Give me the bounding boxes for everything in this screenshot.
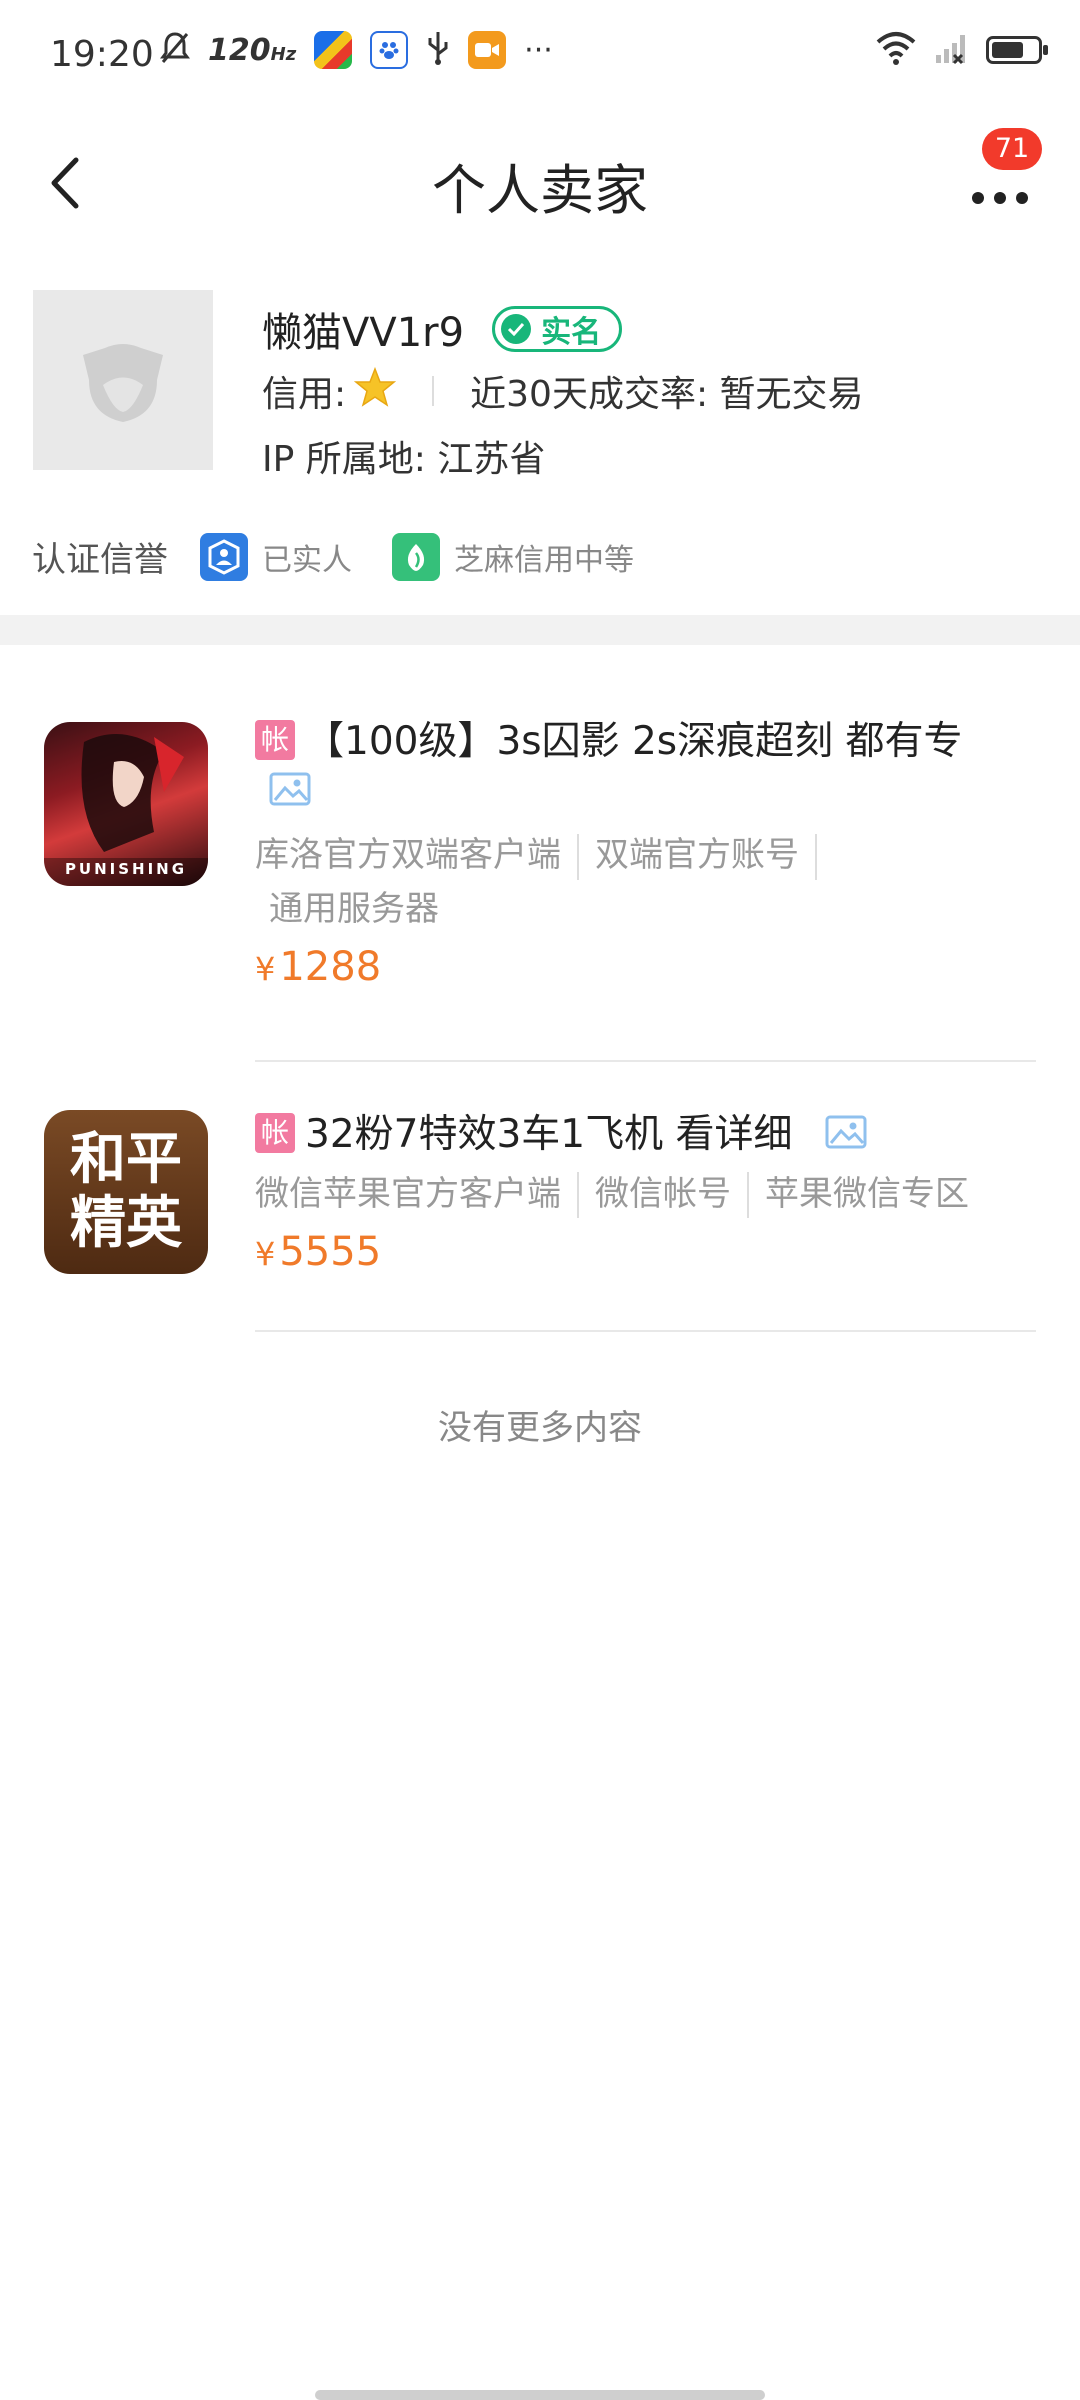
mute-alarm-icon bbox=[160, 31, 190, 69]
wifi-icon bbox=[874, 30, 918, 70]
status-icons-right bbox=[874, 30, 1048, 70]
image-icon bbox=[825, 1107, 867, 1167]
app-notification-icon bbox=[314, 31, 353, 69]
check-icon bbox=[501, 314, 532, 344]
credit-divider bbox=[432, 376, 435, 406]
credit-label: 信用: bbox=[262, 374, 347, 415]
battery-icon bbox=[986, 36, 1048, 64]
seller-avatar[interactable] bbox=[33, 290, 213, 470]
seller-profile: 懒猫VV1r9 实名 信用: 近30天成交率: 暂无交易 IP 所属地: 江苏省… bbox=[0, 270, 1080, 610]
nav-bar: 个人卖家 71 bbox=[0, 110, 1080, 250]
peace-elite-game-icon: 和平 精英 bbox=[44, 1110, 208, 1274]
status-bar: 19:20 120Hz ··· bbox=[0, 0, 1080, 110]
listing-title: 32粉7特效3车1飞机 看详细 bbox=[305, 1112, 793, 1157]
certification-row: 认证信誉 已实人 芝麻信用中等 bbox=[32, 532, 634, 581]
refresh-rate-unit: Hz bbox=[270, 43, 297, 65]
section-divider bbox=[0, 615, 1080, 645]
game-icon-text-bottom: 精英 bbox=[70, 1191, 182, 1256]
seller-name: 懒猫VV1r9 bbox=[262, 310, 465, 356]
verified-label: 实名 bbox=[541, 315, 602, 350]
listing-content: 帐【100级】3s囚影 2s深痕超刻 都有专 库洛官方双端客户端 双端官方账号 通… bbox=[255, 712, 1036, 990]
refresh-rate-value: 120 bbox=[208, 32, 271, 68]
verified-badge: 实名 bbox=[492, 306, 623, 352]
listing-price: ¥5555 bbox=[255, 1229, 1036, 1275]
baidu-notification-icon bbox=[370, 31, 409, 69]
game-icon-text-top: 和平 bbox=[70, 1127, 182, 1192]
price-value: 1288 bbox=[279, 944, 382, 990]
battery-fill bbox=[992, 42, 1023, 58]
ip-location: IP 所属地: 江苏省 bbox=[262, 439, 546, 480]
sesame-leaf-icon bbox=[392, 532, 440, 581]
usb-icon bbox=[426, 30, 450, 70]
cert-sesame-credit[interactable]: 芝麻信用中等 bbox=[392, 532, 634, 581]
cert-title: 认证信誉 bbox=[32, 540, 168, 580]
meta-separator bbox=[815, 833, 817, 880]
row-divider bbox=[255, 1330, 1036, 1332]
account-tag: 帐 bbox=[255, 719, 295, 760]
currency-symbol: ¥ bbox=[255, 950, 276, 988]
meta-server: 通用服务器 bbox=[269, 889, 439, 929]
listing-title: 【100级】3s囚影 2s深痕超刻 都有专 bbox=[305, 719, 963, 764]
meta-separator bbox=[747, 1172, 749, 1218]
listing-meta: 微信苹果官方客户端 微信帐号 苹果微信专区 bbox=[255, 1167, 1036, 1221]
currency-symbol: ¥ bbox=[255, 1234, 276, 1273]
signal-icon bbox=[934, 31, 970, 69]
game-icon-label: PUNISHING bbox=[64, 860, 188, 878]
no-more-content: 没有更多内容 bbox=[438, 1408, 642, 1448]
price-value: 5555 bbox=[279, 1228, 382, 1275]
camera-notification-icon bbox=[468, 31, 507, 69]
cert-real-person-label: 已实人 bbox=[262, 542, 352, 578]
trade-rate: 近30天成交率: 暂无交易 bbox=[470, 374, 864, 415]
credit-row: 信用: 近30天成交率: 暂无交易 bbox=[262, 365, 864, 417]
listing-item[interactable]: PUNISHING 帐【100级】3s囚影 2s深痕超刻 都有专 库洛官方双端客… bbox=[0, 700, 1080, 1060]
meta-account-type: 微信帐号 bbox=[595, 1173, 731, 1214]
status-time: 19:20 bbox=[50, 34, 154, 75]
row-divider bbox=[255, 1060, 1036, 1062]
meta-account-type: 双端官方账号 bbox=[595, 835, 799, 875]
cert-real-person[interactable]: 已实人 bbox=[200, 532, 352, 581]
meta-client: 微信苹果官方客户端 bbox=[255, 1173, 561, 1214]
account-tag: 帐 bbox=[255, 1112, 295, 1153]
status-icons-left: 120Hz ··· bbox=[160, 30, 553, 70]
default-avatar-icon bbox=[83, 344, 163, 422]
image-indicator-row bbox=[255, 772, 1036, 828]
image-icon bbox=[269, 772, 311, 810]
notification-badge: 71 bbox=[982, 128, 1042, 170]
meta-client: 库洛官方双端客户端 bbox=[255, 835, 561, 875]
home-indicator[interactable] bbox=[315, 2390, 765, 2400]
meta-separator bbox=[577, 833, 579, 880]
listing-title-line: 帐 32粉7特效3车1飞机 看详细 bbox=[255, 1105, 1036, 1167]
refresh-rate: 120Hz bbox=[208, 33, 296, 68]
cert-sesame-label: 芝麻信用中等 bbox=[454, 542, 634, 578]
star-icon bbox=[354, 366, 397, 416]
listing-meta: 库洛官方双端客户端 双端官方账号 通用服务器 bbox=[255, 828, 1036, 936]
meta-separator bbox=[577, 1172, 579, 1218]
seller-name-row: 懒猫VV1r9 实名 bbox=[262, 300, 623, 358]
listing-price: ¥1288 bbox=[255, 944, 1036, 990]
listing-title-line: 帐【100级】3s囚影 2s深痕超刻 都有专 bbox=[255, 712, 1036, 772]
page-title: 个人卖家 bbox=[432, 159, 648, 222]
person-shield-icon bbox=[200, 532, 248, 581]
listing-item[interactable]: 和平 精英 帐 32粉7特效3车1飞机 看详细 微信苹果官方客户端 微信帐号 苹果微信… bbox=[0, 1090, 1080, 1330]
meta-zone: 苹果微信专区 bbox=[765, 1173, 969, 1214]
listing-content: 帐 32粉7特效3车1飞机 看详细 微信苹果官方客户端 微信帐号 苹果微信专区 ¥55… bbox=[255, 1105, 1036, 1275]
more-notifications-icon: ··· bbox=[524, 32, 553, 68]
punishing-game-icon: PUNISHING bbox=[44, 722, 208, 886]
